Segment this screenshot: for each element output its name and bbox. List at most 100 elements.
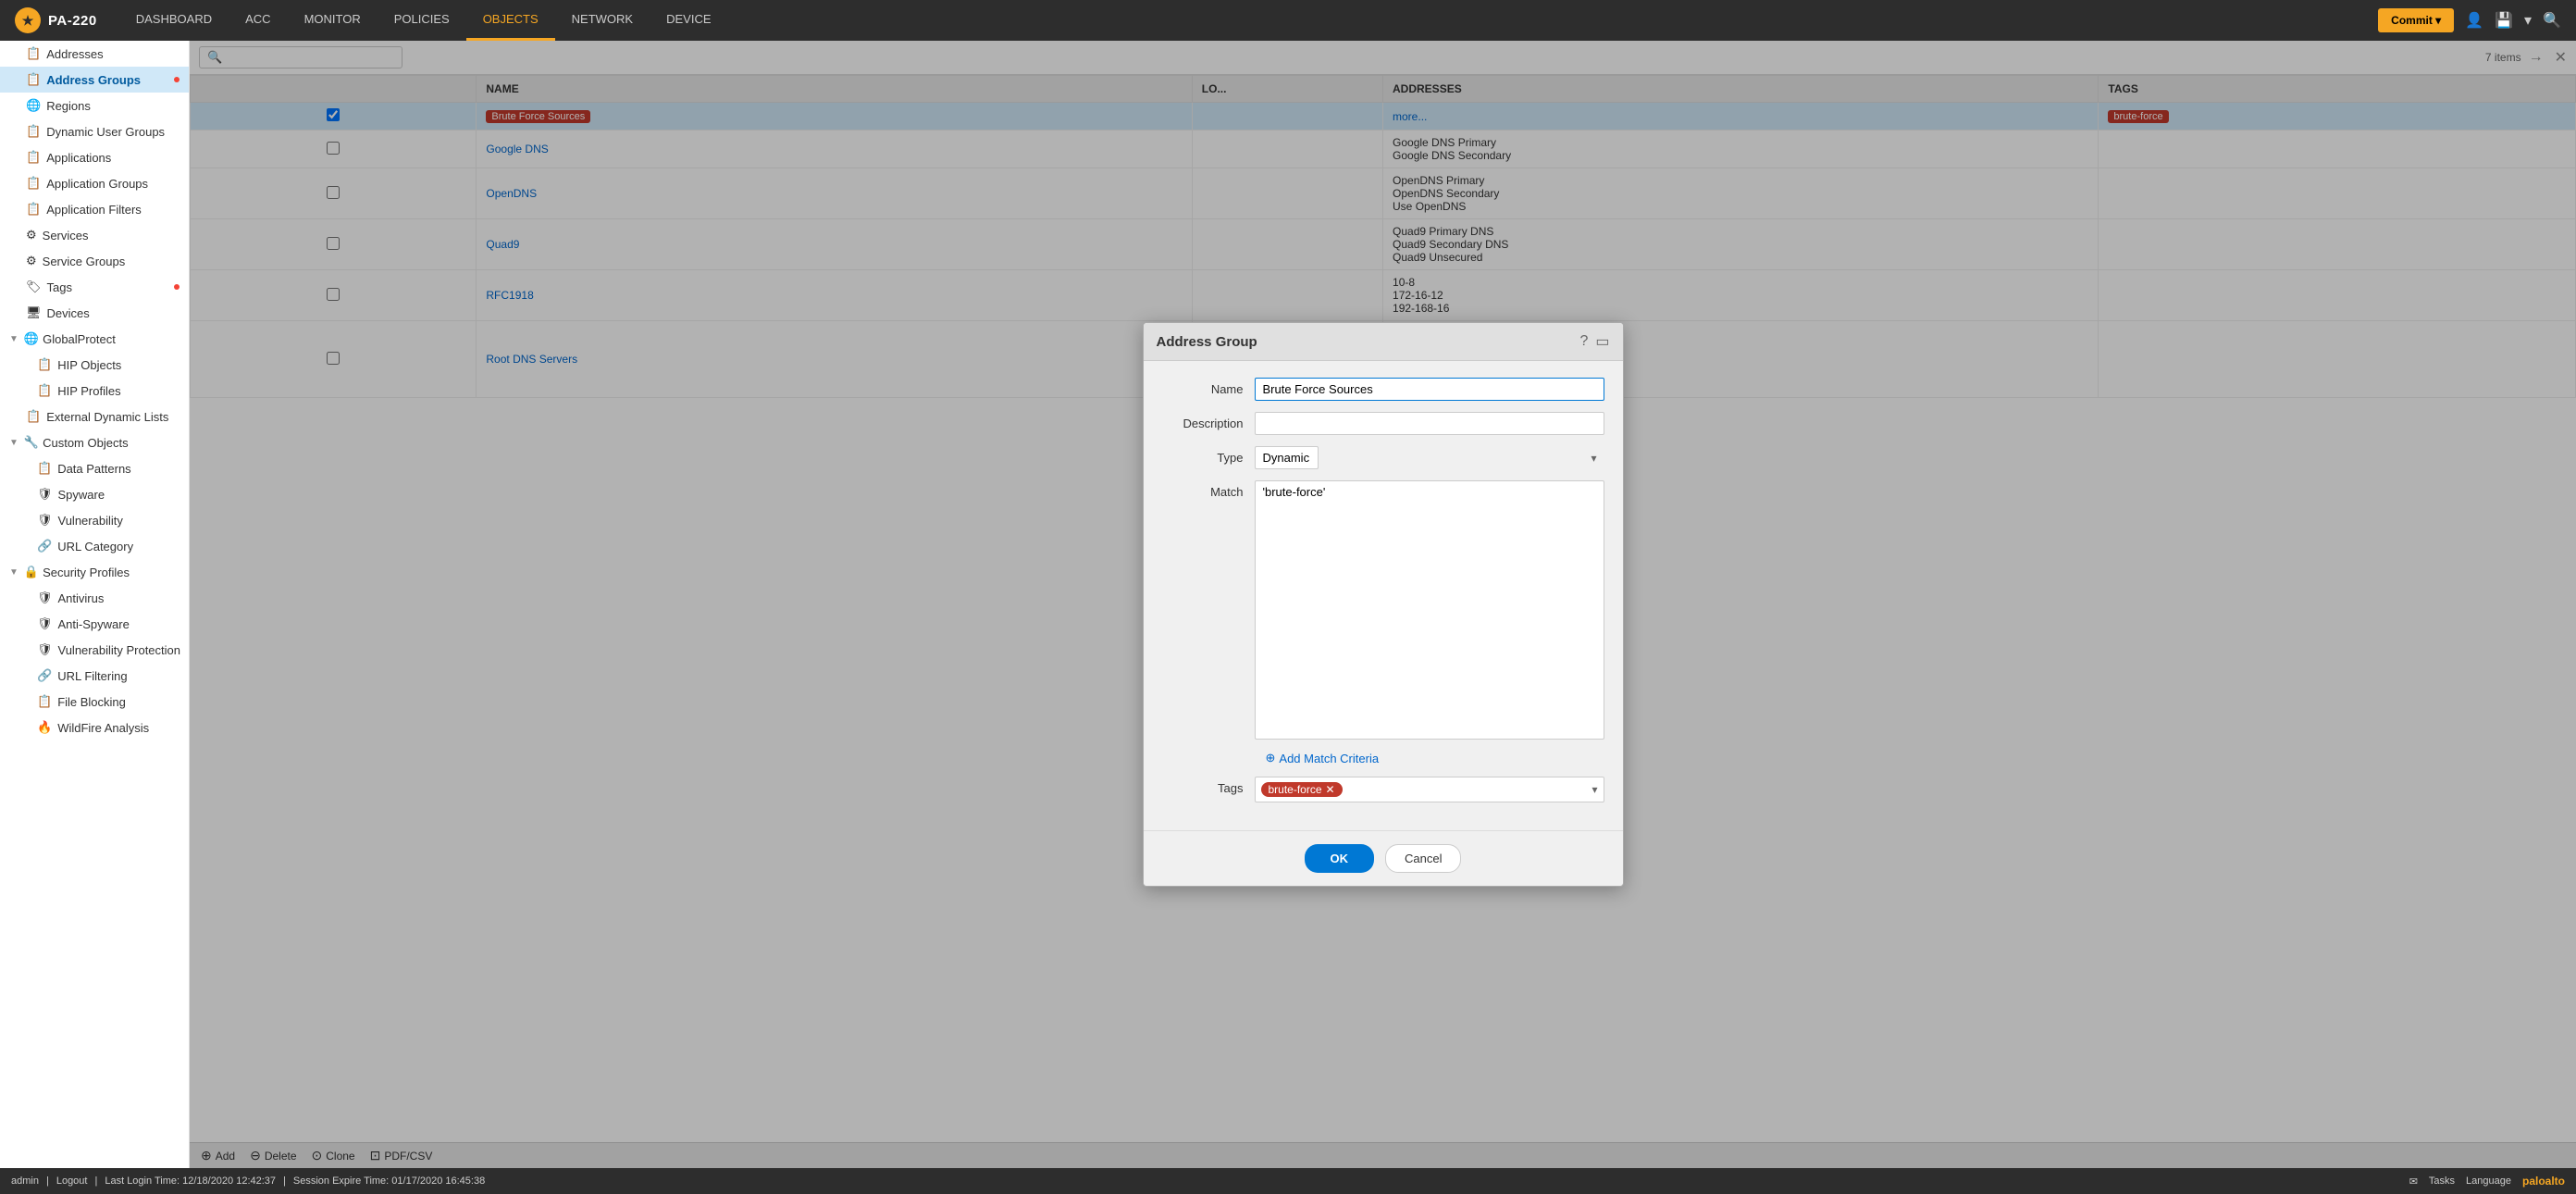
sidebar-item-applications[interactable]: 📋 Applications bbox=[0, 144, 189, 170]
wildfire-icon: 🔥 bbox=[37, 720, 52, 735]
sidebar-item-address-groups[interactable]: 📋 Address Groups bbox=[0, 67, 189, 93]
nav-monitor[interactable]: MONITOR bbox=[288, 0, 378, 41]
regions-icon: 🌐 bbox=[26, 98, 41, 113]
name-label: Name bbox=[1162, 378, 1255, 396]
description-label: Description bbox=[1162, 412, 1255, 430]
sidebar-item-url-category[interactable]: 🔗 URL Category bbox=[0, 533, 189, 559]
sidebar-badge bbox=[174, 77, 180, 82]
sidebar-item-url-filtering[interactable]: 🔗 URL Filtering bbox=[0, 663, 189, 689]
url-filtering-icon: 🔗 bbox=[37, 668, 52, 683]
brand: ★ PA-220 bbox=[15, 7, 97, 33]
top-navigation: ★ PA-220 DASHBOARD ACC MONITOR POLICIES … bbox=[0, 0, 2576, 41]
globalprotect-toggle: ▼ bbox=[9, 334, 19, 344]
nav-items: DASHBOARD ACC MONITOR POLICIES OBJECTS N… bbox=[119, 0, 2378, 41]
sidebar-item-devices[interactable]: 🖥 Devices bbox=[0, 300, 189, 326]
modal-footer: OK Cancel bbox=[1144, 830, 1623, 886]
sidebar-item-addresses[interactable]: 📋 Addresses bbox=[0, 41, 189, 67]
save-icon[interactable]: 💾 bbox=[2495, 11, 2513, 30]
tag-text: brute-force bbox=[1269, 783, 1322, 796]
modal-title: Address Group bbox=[1157, 334, 1257, 350]
description-input[interactable] bbox=[1255, 412, 1604, 435]
sidebar-item-antivirus[interactable]: 🛡 Antivirus bbox=[0, 585, 189, 611]
services-icon: ⚙ bbox=[26, 228, 37, 243]
help-icon[interactable]: ? bbox=[1579, 333, 1588, 350]
language-link[interactable]: Language bbox=[2466, 1175, 2511, 1187]
sidebar-item-anti-spyware[interactable]: 🛡 Anti-Spyware bbox=[0, 611, 189, 637]
custom-objects-toggle: ▼ bbox=[9, 438, 19, 448]
sidebar-item-external-dynamic-lists[interactable]: 📋 External Dynamic Lists bbox=[0, 404, 189, 429]
sidebar-item-file-blocking[interactable]: 📋 File Blocking bbox=[0, 689, 189, 715]
sidebar-item-spyware[interactable]: 🛡 Spyware bbox=[0, 481, 189, 507]
address-groups-icon: 📋 bbox=[26, 72, 41, 87]
type-select[interactable]: Static Dynamic bbox=[1255, 446, 1319, 469]
sidebar-item-data-patterns[interactable]: 📋 Data Patterns bbox=[0, 455, 189, 481]
nav-right: Commit ▾ 👤 💾 ▾ 🔍 bbox=[2378, 8, 2561, 32]
dynamic-user-groups-icon: 📋 bbox=[26, 124, 41, 139]
name-input[interactable] bbox=[1255, 378, 1604, 401]
nav-network[interactable]: NETWORK bbox=[555, 0, 650, 41]
security-profiles-icon: 🔒 bbox=[24, 565, 39, 579]
paloalto-logo: paloalto bbox=[2522, 1175, 2565, 1188]
sidebar-item-vulnerability[interactable]: 🛡 Vulnerability bbox=[0, 507, 189, 533]
modal-overlay: Address Group ? ▭ Name Description bbox=[190, 41, 2576, 1168]
tags-dropdown-icon[interactable]: ▾ bbox=[1591, 783, 1597, 796]
sidebar-item-dynamic-user-groups[interactable]: 📋 Dynamic User Groups bbox=[0, 118, 189, 144]
application-filters-icon: 📋 bbox=[26, 202, 41, 217]
sidebar-item-wildfire-analysis[interactable]: 🔥 WildFire Analysis bbox=[0, 715, 189, 740]
sidebar-item-hip-objects[interactable]: 📋 HIP Objects bbox=[0, 352, 189, 378]
add-match-criteria-button[interactable]: ⊕ Add Match Criteria bbox=[1266, 751, 1380, 765]
logout-link[interactable]: Logout bbox=[56, 1175, 88, 1187]
nav-policies[interactable]: POLICIES bbox=[378, 0, 466, 41]
type-select-wrapper: Static Dynamic ▾ bbox=[1255, 446, 1604, 469]
commit-button[interactable]: Commit ▾ bbox=[2378, 8, 2454, 32]
tags-label: Tags bbox=[1162, 777, 1255, 795]
antivirus-icon: 🛡 bbox=[37, 591, 53, 605]
name-row: Name bbox=[1162, 378, 1604, 401]
tag-remove-icon[interactable]: ✕ bbox=[1326, 783, 1335, 796]
tasks-link[interactable]: Tasks bbox=[2429, 1175, 2455, 1187]
tags-input-wrapper[interactable]: brute-force ✕ ▾ bbox=[1255, 777, 1604, 802]
sidebar-item-hip-profiles[interactable]: 📋 HIP Profiles bbox=[0, 378, 189, 404]
application-groups-icon: 📋 bbox=[26, 176, 41, 191]
sidebar-group-custom-objects[interactable]: ▼ 🔧 Custom Objects bbox=[0, 429, 189, 455]
status-user: admin bbox=[11, 1175, 39, 1187]
tags-badge bbox=[174, 284, 180, 290]
sidebar-item-application-groups[interactable]: 📋 Application Groups bbox=[0, 170, 189, 196]
type-row: Type Static Dynamic ▾ bbox=[1162, 446, 1604, 469]
globalprotect-icon: 🌐 bbox=[24, 331, 39, 346]
mail-icon[interactable]: ✉ bbox=[2409, 1175, 2418, 1188]
service-groups-icon: ⚙ bbox=[26, 254, 37, 268]
address-group-modal: Address Group ? ▭ Name Description bbox=[1143, 322, 1624, 887]
match-label: Match bbox=[1162, 480, 1255, 499]
modal-body: Name Description Type Static bbox=[1144, 361, 1623, 830]
status-sep2: | bbox=[94, 1175, 97, 1187]
sidebar-item-service-groups[interactable]: ⚙ Service Groups bbox=[0, 248, 189, 274]
match-textarea[interactable]: 'brute-force' bbox=[1255, 480, 1604, 740]
nav-device[interactable]: DEVICE bbox=[650, 0, 727, 41]
file-blocking-icon: 📋 bbox=[37, 694, 52, 709]
sidebar-group-globalprotect[interactable]: ▼ 🌐 GlobalProtect bbox=[0, 326, 189, 352]
user-icon[interactable]: 👤 bbox=[2465, 11, 2483, 30]
devices-icon: 🖥 bbox=[26, 305, 42, 320]
sidebar-item-application-filters[interactable]: 📋 Application Filters bbox=[0, 196, 189, 222]
last-login-text: Last Login Time: 12/18/2020 12:42:37 bbox=[105, 1175, 276, 1187]
modal-header: Address Group ? ▭ bbox=[1144, 323, 1623, 361]
nav-objects[interactable]: OBJECTS bbox=[466, 0, 555, 41]
nav-acc[interactable]: ACC bbox=[229, 0, 287, 41]
nav-dashboard[interactable]: DASHBOARD bbox=[119, 0, 229, 41]
search-icon[interactable]: 🔍 bbox=[2543, 11, 2561, 30]
sidebar-item-regions[interactable]: 🌐 Regions bbox=[0, 93, 189, 118]
add-circle-icon: ⊕ bbox=[1266, 751, 1276, 765]
minimize-icon[interactable]: ▭ bbox=[1595, 332, 1609, 351]
cancel-button[interactable]: Cancel bbox=[1385, 844, 1461, 873]
ok-button[interactable]: OK bbox=[1305, 844, 1375, 873]
sidebar-group-security-profiles[interactable]: ▼ 🔒 Security Profiles bbox=[0, 559, 189, 585]
sidebar: 📋 Addresses 📋 Address Groups 🌐 Regions 📋… bbox=[0, 41, 190, 1168]
add-match-row: ⊕ Add Match Criteria bbox=[1162, 751, 1604, 765]
tag-pill: brute-force ✕ bbox=[1261, 782, 1343, 797]
sidebar-item-tags[interactable]: 🏷 Tags bbox=[0, 274, 189, 300]
anti-spyware-icon: 🛡 bbox=[37, 616, 53, 631]
sidebar-item-services[interactable]: ⚙ Services bbox=[0, 222, 189, 248]
sidebar-item-vulnerability-protection[interactable]: 🛡 Vulnerability Protection bbox=[0, 637, 189, 663]
dropdown-icon[interactable]: ▾ bbox=[2524, 11, 2532, 30]
